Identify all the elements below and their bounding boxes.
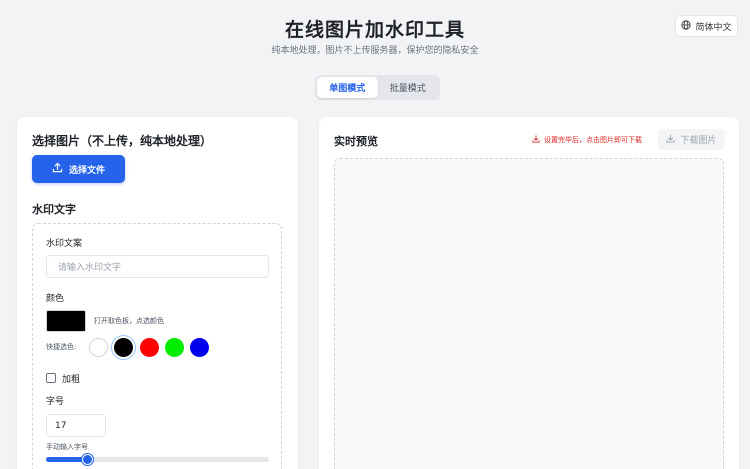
download-icon: [532, 135, 540, 145]
size-hint: 手动输入字号: [46, 443, 88, 451]
mode-tabs: 单图模式 批量模式: [315, 75, 440, 100]
preview-heading: 实时预览: [334, 135, 378, 148]
bold-checkbox[interactable]: [46, 373, 56, 383]
preview-panel: 实时预览 设置完毕后，点击图片即可下载 下载图片: [319, 117, 739, 469]
quick-color-black[interactable]: [114, 338, 133, 357]
page-subtitle: 纯本地处理，图片不上传服务器，保护您的隐私安全: [271, 46, 479, 56]
text-label: 水印文案: [46, 239, 83, 249]
watermark-settings-box: 水印文案 请输入水印文字 颜色 打开取色板，点选颜色 快捷选色: 加粗 字号 1…: [32, 223, 282, 469]
font-size-slider[interactable]: [46, 454, 269, 465]
choose-file-label: 选择文件: [68, 165, 105, 176]
tab-single[interactable]: 单图模式: [317, 77, 378, 98]
settings-panel: 选择图片（不上传，纯本地处理） 选择文件 水印文字 水印文案 请输入水印文字 颜…: [17, 117, 298, 469]
color-picker[interactable]: [46, 310, 86, 332]
bold-label: 加粗: [62, 375, 81, 385]
choose-file-button[interactable]: 选择文件: [32, 155, 125, 183]
download-tip: 设置完毕后，点击图片即可下载: [532, 135, 642, 145]
size-label: 字号: [46, 397, 65, 407]
color-hint: 打开取色板，点选颜色: [94, 317, 164, 325]
color-label: 颜色: [46, 294, 65, 304]
page-title: 在线图片加水印工具: [284, 19, 465, 41]
preview-canvas[interactable]: [334, 158, 724, 469]
slider-thumb[interactable]: [82, 454, 93, 465]
download-button-icon: [666, 133, 676, 146]
quick-color-red[interactable]: [140, 338, 159, 357]
watermark-heading: 水印文字: [32, 203, 76, 216]
select-image-heading: 选择图片（不上传，纯本地处理）: [32, 134, 213, 148]
download-button[interactable]: 下载图片: [658, 129, 725, 150]
quick-color-green[interactable]: [165, 338, 184, 357]
download-button-label: 下载图片: [680, 136, 717, 146]
quick-color-white[interactable]: [89, 338, 108, 357]
watermark-text-input[interactable]: 请输入水印文字: [46, 255, 269, 278]
download-tip-text: 设置完毕后，点击图片即可下载: [544, 136, 642, 144]
quick-color-label: 快捷选色:: [46, 343, 77, 351]
font-size-input[interactable]: 17: [46, 414, 106, 437]
quick-color-blue[interactable]: [190, 338, 209, 357]
tab-batch[interactable]: 批量模式: [378, 77, 439, 98]
upload-icon: [52, 162, 63, 176]
